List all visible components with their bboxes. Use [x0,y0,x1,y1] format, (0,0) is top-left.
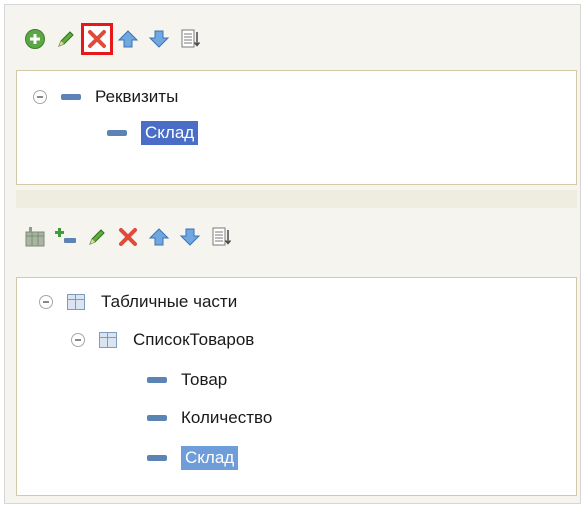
move-up-icon [117,30,139,48]
attributes-toolbar [22,23,208,55]
edit-icon [58,31,74,47]
tree-node-label: Реквизиты [95,87,179,106]
tree-item-warehouse[interactable]: Склад [147,444,239,472]
add-table-button[interactable] [22,224,48,250]
table-icon [99,332,117,348]
tables-toolbar [22,222,239,252]
move-down-button[interactable] [177,224,203,250]
panel-separator[interactable] [16,190,577,208]
collapse-icon[interactable] [71,333,85,347]
add-column-button[interactable] [53,224,79,250]
edit-button[interactable] [84,224,110,250]
attribute-icon [61,94,81,100]
add-column-icon [55,228,76,243]
tree-node-attributes[interactable]: Реквизиты [33,83,178,111]
tree-item-label: Склад [181,446,239,470]
delete-button[interactable] [81,23,113,55]
move-down-icon [148,30,170,48]
attribute-icon [147,455,167,461]
edit-icon [89,229,105,245]
collapse-icon[interactable] [33,90,47,104]
edit-button[interactable] [53,26,79,52]
attributes-tree: Реквизиты Склад [16,70,577,185]
delete-button[interactable] [115,224,141,250]
tree-item-label: Товар [181,370,228,389]
sort-button[interactable] [208,224,234,250]
move-up-button[interactable] [146,224,172,250]
add-table-icon [25,227,45,247]
collapse-icon[interactable] [39,295,53,309]
delete-icon [88,30,106,48]
tree-item-warehouse[interactable]: Склад [107,119,199,147]
tree-node-label: Табличные части [101,292,238,311]
tree-node-label: СписокТоваров [133,330,255,349]
move-down-button[interactable] [146,26,172,52]
tree-node-tabular-sections[interactable]: Табличные части [39,288,237,316]
attribute-icon [147,415,167,421]
tree-node-product-list[interactable]: СписокТоваров [71,326,254,354]
move-up-icon [148,228,170,246]
sort-button[interactable] [177,26,203,52]
attribute-icon [147,377,167,383]
sort-list-icon [181,29,201,48]
tree-item-label: Количество [181,408,273,427]
add-button[interactable] [22,26,48,52]
tree-item-product[interactable]: Товар [147,366,227,394]
table-icon [67,294,85,310]
move-up-button[interactable] [115,26,141,52]
delete-icon [119,228,137,246]
add-icon [25,29,45,49]
tables-tree: Табличные части СписокТоваров Товар Коли… [16,277,577,496]
tree-item-quantity[interactable]: Количество [147,404,272,432]
tree-item-label: Склад [141,121,199,145]
attribute-icon [107,130,127,136]
sort-list-icon [212,227,232,246]
move-down-icon [179,228,201,246]
